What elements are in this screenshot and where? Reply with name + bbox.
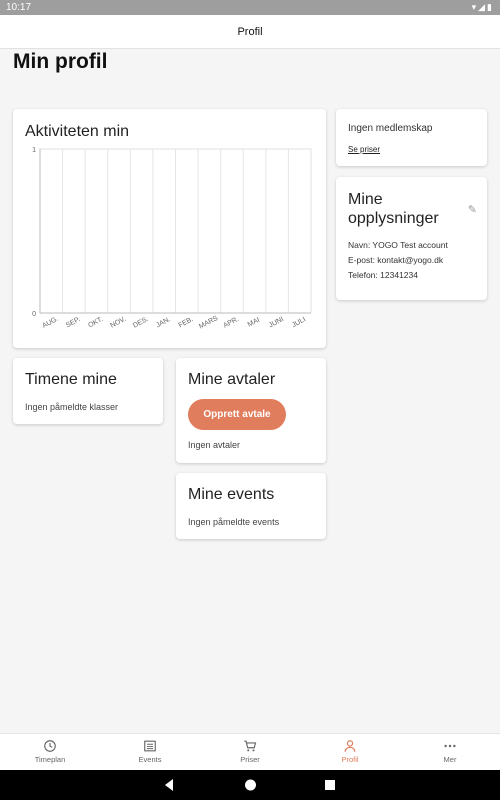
chart-x-tick-label: FEB.: [178, 316, 195, 330]
membership-label: Ingen medlemskap: [348, 123, 433, 134]
nav-label: Mer: [443, 755, 457, 764]
my-events-card: Mine events Ingen påmeldte events: [176, 473, 326, 539]
chart-x-tick-label: JULI: [291, 316, 307, 329]
chart-x-tick-label: NOV.: [109, 316, 127, 330]
nav-label: Events: [138, 755, 162, 764]
status-icons: ▾◢▮: [471, 2, 494, 12]
system-navigation-bar: [0, 770, 500, 800]
my-appointments-empty: Ingen avtaler: [188, 440, 241, 450]
chart-x-tick-label: MARS: [198, 315, 219, 331]
more-icon: [444, 744, 456, 748]
my-classes-title: Timene mine: [25, 371, 117, 388]
see-prices-link[interactable]: Se priser: [348, 145, 380, 154]
edit-pencil-icon[interactable]: ✎: [468, 203, 477, 216]
chart-x-tick-label: JAN.: [155, 316, 172, 329]
my-info-title: Mine opplysninger: [348, 191, 439, 227]
chart-x-tick-label: OKT.: [87, 316, 104, 330]
activity-chart: 0 1 AUG. SEP. OKT. NOV. DES. JAN. FEB. MARS APR. MA…: [32, 147, 312, 331]
nav-item-mer[interactable]: Mer: [400, 734, 500, 770]
status-time: 10:17: [6, 2, 32, 13]
nav-item-timeplan[interactable]: Timeplan: [0, 734, 100, 770]
status-bar: 10:17 ▾◢▮: [0, 0, 500, 15]
my-events-empty: Ingen påmeldte events: [188, 517, 280, 527]
bottom-navigation: Timeplan Events Priser Profil Mer: [0, 733, 500, 770]
my-appointments-title: Mine avtaler: [188, 371, 276, 388]
chart-x-tick-label: JUNI: [268, 316, 285, 330]
nav-label: Timeplan: [34, 755, 66, 764]
my-events-title: Mine events: [188, 486, 275, 503]
list-icon: [144, 740, 156, 752]
chart-x-tick-label: SEP.: [65, 316, 82, 329]
chart-x-tick-label: AUG.: [41, 316, 59, 330]
membership-card: Ingen medlemskap Se priser: [336, 109, 487, 166]
app-bar-title: Profil: [237, 26, 263, 38]
chart-x-tick-label: MAI: [247, 317, 261, 329]
cart-icon: [244, 740, 257, 752]
nav-item-priser[interactable]: Priser: [200, 734, 300, 770]
info-email: E-post: kontakt@yogo.dk: [348, 255, 444, 265]
chart-y-tick-label: 0: [32, 311, 36, 318]
nav-item-profil[interactable]: Profil: [300, 734, 400, 770]
chart-x-tick-label: APR.: [222, 316, 240, 330]
recents-icon[interactable]: [324, 778, 336, 792]
back-icon[interactable]: [163, 778, 175, 792]
my-classes-card: Timene mine Ingen påmeldte klasser: [13, 358, 163, 424]
nav-item-events[interactable]: Events: [100, 734, 200, 770]
person-icon: [344, 740, 356, 752]
activity-card: Aktiviteten min 0 1 AUG. SEP. OKT. NOV. DES. JA…: [13, 109, 326, 348]
home-icon[interactable]: [244, 778, 257, 792]
nav-label: Priser: [240, 755, 260, 764]
info-name: Navn: YOGO Test account: [348, 240, 448, 250]
nav-label: Profil: [341, 755, 359, 764]
create-appointment-button[interactable]: Opprett avtale: [188, 399, 286, 430]
app-bar: Profil: [0, 15, 500, 49]
my-info-card: Mine opplysninger ✎ Navn: YOGO Test acco…: [336, 177, 487, 300]
chart-x-tick-label: DES.: [132, 316, 150, 330]
clock-icon: [44, 740, 56, 752]
page-title: Min profil: [13, 50, 108, 73]
my-classes-empty: Ingen påmeldte klasser: [25, 402, 119, 412]
info-phone: Telefon: 12341234: [348, 270, 418, 280]
chart-y-tick-label: 1: [32, 147, 36, 154]
my-appointments-card: Mine avtaler Opprett avtale Ingen avtale…: [176, 358, 326, 463]
